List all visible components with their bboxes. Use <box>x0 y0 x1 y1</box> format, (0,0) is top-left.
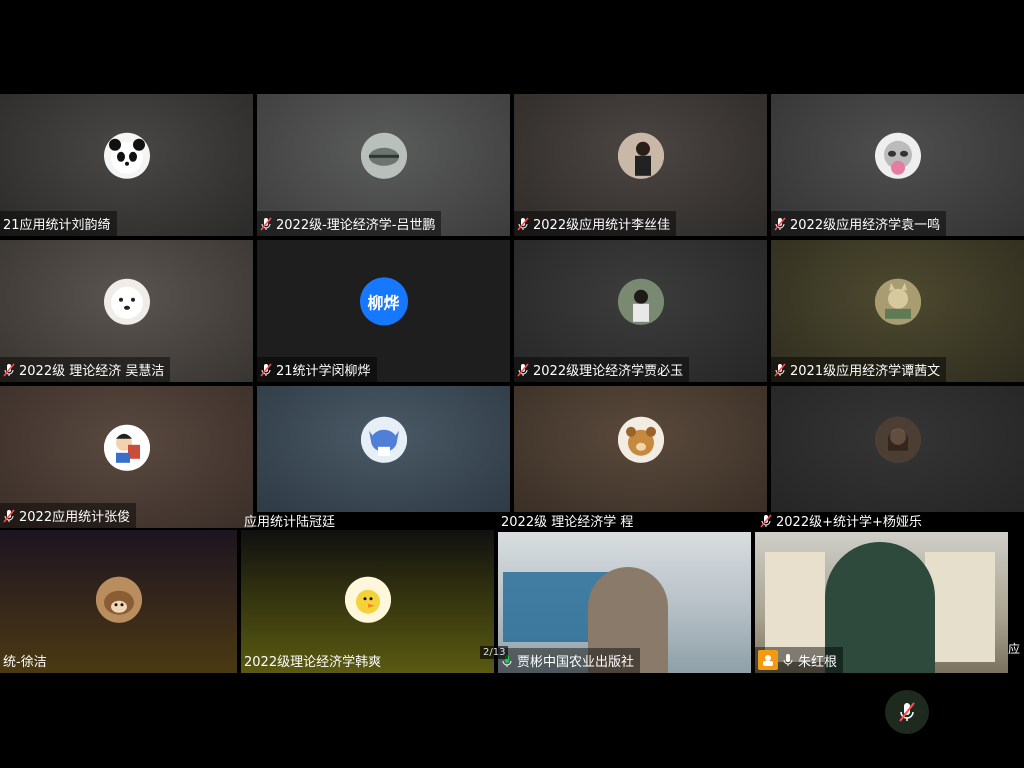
participant-tile[interactable]: 2022级-理论经济学-吕世鹏 <box>257 94 510 236</box>
video-background <box>925 552 995 662</box>
girl-photo-icon <box>874 416 921 463</box>
participant-tile[interactable]: 2022级应用经济学袁一鸣 <box>771 94 1024 236</box>
participant-name: 2021级应用经济学谭茜文 <box>771 357 947 382</box>
host-icon <box>758 650 778 670</box>
mic-icon <box>782 653 794 667</box>
person-photo-icon <box>617 132 664 179</box>
hedgehog-icon <box>95 576 142 623</box>
participant-tile[interactable]: 统-徐洁 <box>0 530 237 673</box>
participant-name: 贾彬中国农业出版社 <box>498 648 641 673</box>
participant-tile[interactable]: 2021级应用经济学谭茜文 <box>771 240 1024 382</box>
duck-icon <box>344 576 391 623</box>
muted-mic-icon <box>517 216 529 231</box>
muted-mic-icon <box>260 216 272 231</box>
participant-name: 2022级 理论经济 吴慧洁 <box>0 357 171 382</box>
person-photo-icon <box>617 278 664 325</box>
participant-name: 2022级应用经济学袁一鸣 <box>771 211 947 236</box>
bear-dog-icon <box>617 416 664 463</box>
muted-mic-icon <box>760 513 772 528</box>
participant-name: 2022级-理论经济学-吕世鹏 <box>257 211 442 236</box>
muted-mic-icon <box>899 702 915 722</box>
muted-mic-icon <box>3 508 15 523</box>
participant-tile-active[interactable]: 贾彬中国农业出版社 <box>498 532 751 673</box>
participant-tile[interactable] <box>514 386 767 512</box>
participant-tile[interactable]: 2022级 理论经济 吴慧洁 <box>0 240 253 382</box>
avatar: 柳烨 <box>359 277 408 326</box>
participant-name: 2022级理论经济学贾必玉 <box>514 357 690 382</box>
participant-tile[interactable]: 2022级理论经济学韩爽 <box>241 530 494 673</box>
muted-mic-icon <box>517 362 529 377</box>
panda-icon <box>103 132 150 179</box>
participant-name: 21应用统计刘韵绮 <box>0 211 117 236</box>
participant-tile[interactable]: 朱红根 <box>755 532 1008 673</box>
participant-name: 朱红根 <box>755 647 844 673</box>
muted-mic-icon <box>774 216 786 231</box>
mute-toggle-button[interactable] <box>885 690 929 734</box>
dog-icon <box>103 278 150 325</box>
participant-name: 2022级+统计学+杨娅乐 <box>757 508 928 533</box>
participant-name: 2022级 理论经济学 程 <box>501 515 634 530</box>
participant-name: 2022级应用统计李丝佳 <box>514 211 677 236</box>
muted-mic-icon <box>774 362 786 377</box>
participant-tile[interactable] <box>257 386 510 512</box>
raccoon-icon <box>874 132 921 179</box>
cat-icon <box>874 278 921 325</box>
side-label: 应 <box>1008 642 1021 656</box>
page-indicator: 2/13 <box>480 646 509 659</box>
video-background <box>765 552 825 662</box>
participant-tile[interactable]: 2022级应用统计李丝佳 <box>514 94 767 236</box>
participant-tile[interactable] <box>771 386 1024 512</box>
participant-tile[interactable]: 2022应用统计张俊 <box>0 386 253 528</box>
muted-mic-icon <box>260 362 272 377</box>
participant-name: 21统计学闵柳烨 <box>257 357 377 382</box>
muted-mic-icon <box>3 362 15 377</box>
participant-tile[interactable]: 21应用统计刘韵绮 <box>0 94 253 236</box>
participant-name: 统-徐洁 <box>3 655 47 670</box>
stitch-icon <box>360 416 407 463</box>
participant-tile[interactable]: 2022级理论经济学贾必玉 <box>514 240 767 382</box>
participant-tile[interactable]: 柳烨 21统计学闵柳烨 <box>257 240 510 382</box>
video-grid: 21应用统计刘韵绮 2022级-理论经济学-吕世鹏 2022级应用统计李丝佳 2… <box>0 0 1024 768</box>
participant-name: 2022应用统计张俊 <box>0 503 137 528</box>
cartoon-boy-icon <box>103 424 150 471</box>
participant-name: 2022级理论经济学韩爽 <box>244 655 382 670</box>
bird-photo-icon <box>360 132 407 179</box>
